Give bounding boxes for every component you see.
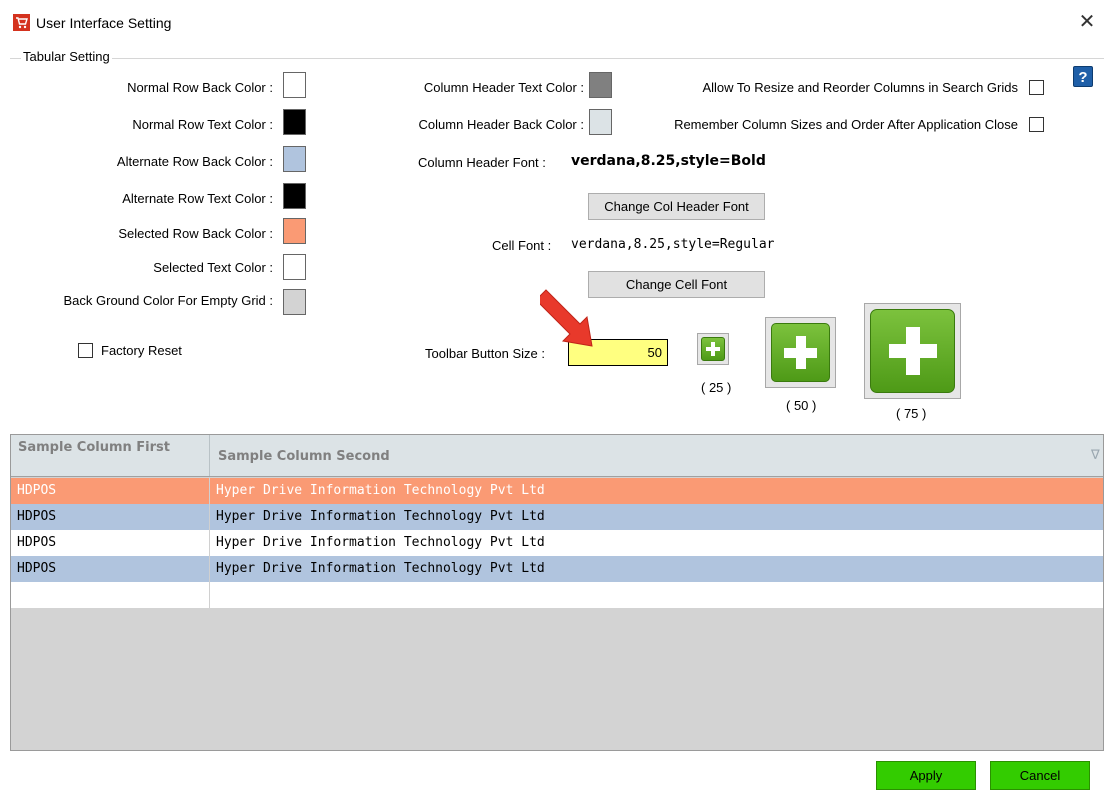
normal-row-text-color-swatch[interactable] bbox=[283, 109, 306, 135]
change-cell-font-button[interactable]: Change Cell Font bbox=[588, 271, 765, 298]
table-row[interactable]: HDPOS Hyper Drive Information Technology … bbox=[11, 504, 1103, 530]
plus-icon bbox=[701, 337, 725, 361]
normal-row-text-color-label: Normal Row Text Color : bbox=[132, 117, 273, 132]
column-header-text-color-label: Column Header Text Color : bbox=[423, 80, 584, 95]
shopping-cart-icon bbox=[13, 14, 30, 31]
cell-first[interactable]: HDPOS bbox=[11, 530, 209, 556]
footer: Apply Cancel bbox=[0, 751, 1105, 790]
help-icon[interactable]: ? bbox=[1073, 66, 1093, 87]
cell-font-value: verdana,8.25,style=Regular bbox=[571, 237, 775, 252]
size-50-label: ( 50 ) bbox=[786, 398, 817, 413]
column-header-second[interactable]: Sample Column Second bbox=[210, 435, 1090, 476]
column-header-font-label: Column Header Font : bbox=[418, 155, 546, 170]
alternate-row-text-color-label: Alternate Row Text Color : bbox=[122, 191, 273, 206]
toolbar-button-50[interactable] bbox=[765, 317, 836, 388]
remember-sizes-label: Remember Column Sizes and Order After Ap… bbox=[674, 117, 1018, 132]
empty-grid-back-color-swatch[interactable] bbox=[283, 289, 306, 315]
column-header-font-value: verdana,8.25,style=Bold bbox=[571, 153, 766, 169]
factory-reset-checkbox[interactable] bbox=[78, 343, 93, 358]
size-75-label: ( 75 ) bbox=[896, 406, 927, 421]
column-header-first[interactable]: Sample Column First bbox=[11, 435, 209, 476]
table-row[interactable]: HDPOS Hyper Drive Information Technology … bbox=[11, 478, 1103, 504]
cell-font-label: Cell Font : bbox=[492, 238, 552, 253]
table-row[interactable]: HDPOS Hyper Drive Information Technology … bbox=[11, 556, 1103, 582]
selected-row-back-color-label: Selected Row Back Color : bbox=[118, 226, 273, 241]
column-header-text-color-swatch[interactable] bbox=[589, 72, 612, 98]
toolbar-button-75[interactable] bbox=[864, 303, 961, 399]
new-row[interactable] bbox=[11, 582, 1103, 608]
window-title: User Interface Setting bbox=[36, 15, 172, 31]
alternate-row-back-color-swatch[interactable] bbox=[283, 146, 306, 172]
toolbar-button-size-label: Toolbar Button Size : bbox=[425, 346, 545, 361]
cancel-button[interactable]: Cancel bbox=[990, 761, 1090, 790]
filter-icon[interactable]: ∇ bbox=[1091, 435, 1103, 476]
plus-icon bbox=[870, 309, 955, 393]
cell-second[interactable]: Hyper Drive Information Technology Pvt L… bbox=[210, 504, 1090, 530]
cell-second[interactable]: Hyper Drive Information Technology Pvt L… bbox=[210, 478, 1090, 504]
change-col-header-font-button[interactable]: Change Col Header Font bbox=[588, 193, 765, 220]
close-icon[interactable]: ✕ bbox=[1075, 10, 1099, 34]
remember-sizes-checkbox[interactable] bbox=[1029, 117, 1044, 132]
red-arrow-icon bbox=[540, 289, 593, 347]
column-header-back-color-label: Column Header Back Color : bbox=[418, 117, 584, 132]
normal-row-back-color-label: Normal Row Back Color : bbox=[127, 80, 273, 95]
empty-grid-back-color-label: Back Ground Color For Empty Grid : bbox=[63, 293, 273, 308]
title-bar: User Interface Setting ✕ bbox=[0, 0, 1105, 44]
apply-button[interactable]: Apply bbox=[876, 761, 976, 790]
toolbar-button-25[interactable] bbox=[697, 333, 729, 365]
selected-row-back-color-swatch[interactable] bbox=[283, 218, 306, 244]
allow-resize-label: Allow To Resize and Reorder Columns in S… bbox=[702, 80, 1018, 95]
cell-separator bbox=[209, 582, 210, 608]
group-title: Tabular Setting bbox=[21, 49, 112, 64]
cell-second[interactable]: Hyper Drive Information Technology Pvt L… bbox=[210, 556, 1090, 582]
cell-first[interactable]: HDPOS bbox=[11, 504, 209, 530]
cell-first[interactable]: HDPOS bbox=[11, 556, 209, 582]
selected-text-color-swatch[interactable] bbox=[283, 254, 306, 280]
size-25-label: ( 25 ) bbox=[701, 380, 732, 395]
cell-first[interactable]: HDPOS bbox=[11, 478, 209, 504]
table-row[interactable]: HDPOS Hyper Drive Information Technology … bbox=[11, 530, 1103, 556]
sample-grid: Sample Column First Sample Column Second… bbox=[10, 434, 1104, 751]
alternate-row-back-color-label: Alternate Row Back Color : bbox=[116, 154, 273, 169]
normal-row-back-color-swatch[interactable] bbox=[283, 72, 306, 98]
allow-resize-checkbox[interactable] bbox=[1029, 80, 1044, 95]
grid-header: Sample Column First Sample Column Second… bbox=[11, 435, 1103, 477]
column-header-back-color-swatch[interactable] bbox=[589, 109, 612, 135]
alternate-row-text-color-swatch[interactable] bbox=[283, 183, 306, 209]
cell-second[interactable]: Hyper Drive Information Technology Pvt L… bbox=[210, 530, 1090, 556]
plus-icon bbox=[771, 323, 830, 382]
factory-reset-label: Factory Reset bbox=[101, 343, 182, 358]
selected-text-color-label: Selected Text Color : bbox=[153, 260, 273, 275]
